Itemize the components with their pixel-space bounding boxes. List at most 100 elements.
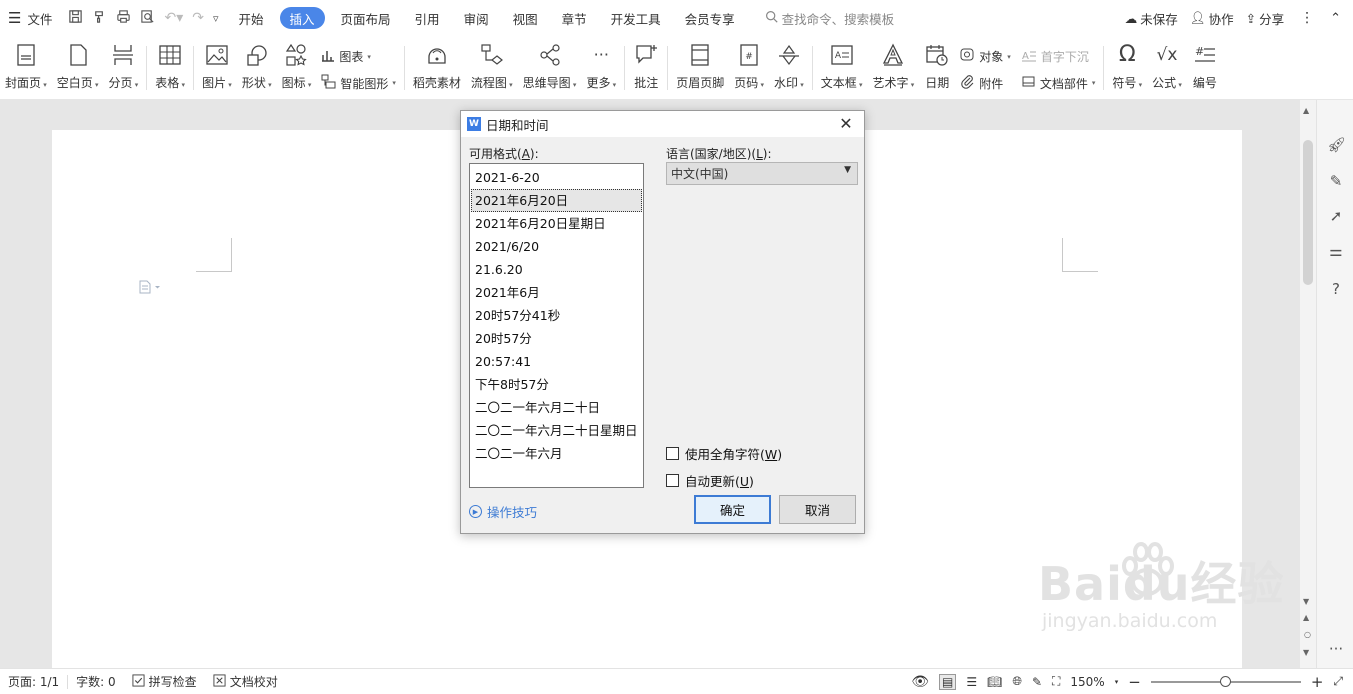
spell-check-button[interactable]: 拼写检查 — [124, 673, 205, 690]
format-option-selected[interactable]: 2021年6月20日 — [471, 189, 642, 212]
web-view-icon[interactable]: 🌐︎ — [1012, 674, 1022, 689]
tab-review[interactable]: 审阅 — [452, 9, 501, 28]
help-icon[interactable]: ? — [1327, 280, 1345, 298]
scroll-up-icon[interactable]: ▲ — [1303, 106, 1309, 115]
fullscreen-icon[interactable]: ⤢ — [1333, 674, 1343, 689]
smart-art-button[interactable]: 智能图形 ▾ — [321, 74, 396, 93]
page-break-button[interactable]: 分页 — [104, 36, 144, 98]
share-button[interactable]: ⇪ 分享 — [1242, 0, 1289, 36]
format-option[interactable]: 20时57分41秒 — [471, 304, 642, 327]
wordart-button[interactable]: 艺术字 — [868, 36, 920, 98]
print-preview-icon[interactable] — [140, 9, 155, 28]
comment-button[interactable]: 批注 — [628, 36, 664, 98]
zoom-slider-knob[interactable] — [1219, 675, 1231, 687]
format-option[interactable]: 二〇二一年六月 — [471, 442, 642, 465]
unsaved-button[interactable]: ☁ 未保存 — [1121, 0, 1182, 36]
tab-section[interactable]: 章节 — [550, 9, 599, 28]
reading-view-icon[interactable]: 📖︎ — [987, 675, 1002, 689]
page-view-icon[interactable]: ▤ — [938, 673, 957, 690]
icon-library-button[interactable]: 图标 — [277, 36, 317, 98]
tab-developer[interactable]: 开发工具 — [599, 9, 673, 28]
tab-insert[interactable]: 插入 — [279, 7, 325, 29]
daoke-material-button[interactable]: 稻壳素材 — [408, 36, 466, 98]
chart-button[interactable]: 图表 ▾ — [321, 48, 396, 66]
picture-button[interactable]: 图片 — [197, 36, 237, 98]
zoom-level[interactable]: 150% — [1070, 675, 1104, 689]
checkbox-box[interactable] — [666, 447, 679, 460]
zoom-out-icon[interactable]: − — [1128, 673, 1141, 691]
tips-link[interactable]: ▶ 操作技巧 — [469, 502, 537, 521]
collapse-ribbon-icon[interactable]: ⌃ — [1326, 0, 1345, 36]
blank-page-button[interactable]: 空白页 — [52, 36, 104, 98]
scrollbar-thumb[interactable] — [1303, 140, 1313, 285]
shape-button[interactable]: 形状 — [237, 36, 277, 98]
command-search[interactable]: 查找命令、搜索模板 — [747, 9, 894, 28]
table-button[interactable]: 表格 — [150, 36, 190, 98]
prev-page-icon[interactable]: ▲ — [1303, 613, 1309, 622]
customize-qa-icon[interactable]: ▿ — [213, 12, 219, 25]
attachment-button[interactable]: 附件 — [960, 74, 1011, 93]
formula-button[interactable]: √x 公式 — [1147, 36, 1187, 98]
format-option[interactable]: 二〇二一年六月二十日 — [471, 396, 642, 419]
tab-member[interactable]: 会员专享 — [673, 9, 747, 28]
redo-icon[interactable]: ↷ — [192, 10, 204, 26]
rocket-icon[interactable]: 🚀︎ — [1327, 136, 1346, 154]
page-number-button[interactable]: # 页码 — [729, 36, 769, 98]
tab-home[interactable]: 开始 — [227, 9, 276, 28]
print-icon[interactable] — [116, 9, 131, 28]
checkbox-box[interactable] — [666, 474, 679, 487]
autoupdate-checkbox[interactable]: 自动更新(U) — [666, 471, 754, 490]
close-icon[interactable]: ✕ — [836, 114, 856, 134]
fit-page-icon[interactable]: ⛶ — [1052, 674, 1060, 689]
settings-sliders-icon[interactable]: ⚌ — [1327, 242, 1345, 260]
pen-view-icon[interactable]: ✎ — [1032, 675, 1042, 689]
browse-object-icon[interactable]: ○ — [1304, 630, 1311, 639]
pen-icon[interactable]: ✎ — [1327, 172, 1345, 190]
formats-listbox[interactable]: 2021-6-20 2021年6月20日 2021年6月20日星期日 2021/… — [469, 163, 644, 488]
tab-references[interactable]: 引用 — [403, 9, 452, 28]
drop-cap-button[interactable]: A 首字下沉 — [1021, 48, 1096, 66]
format-option[interactable]: 2021年6月20日星期日 — [471, 212, 642, 235]
fullwidth-checkbox[interactable]: 使用全角字符(W) — [666, 444, 782, 463]
outline-view-icon[interactable]: ☰ — [966, 675, 977, 689]
more-options-icon[interactable]: ··· — [1327, 640, 1345, 658]
format-option[interactable]: 2021-6-20 — [471, 166, 642, 189]
scroll-down-icon[interactable]: ▼ — [1303, 597, 1309, 606]
doc-proof-button[interactable]: 文档校对 — [205, 673, 286, 690]
save-icon[interactable] — [68, 9, 83, 28]
cursor-icon[interactable]: ➚ — [1327, 207, 1345, 225]
undo-icon[interactable]: ↶▾ — [164, 10, 183, 26]
word-count[interactable]: 字数: 0 — [68, 673, 124, 690]
next-page-icon[interactable]: ▼ — [1303, 648, 1309, 657]
symbol-button[interactable]: Ω 符号 — [1107, 36, 1147, 98]
numbering-button[interactable]: # 编号 — [1187, 36, 1223, 98]
format-option[interactable]: 20时57分 — [471, 327, 642, 350]
eye-icon[interactable]: 👁︎ — [911, 674, 929, 690]
zoom-dropdown-icon[interactable]: ▾ — [1115, 678, 1119, 686]
format-option[interactable]: 2021年6月 — [471, 281, 642, 304]
page-count[interactable]: 页面: 1/1 — [0, 673, 67, 690]
dialog-titlebar[interactable]: W 日期和时间 ✕ — [461, 111, 864, 137]
watermark-button[interactable]: 水印 — [769, 36, 809, 98]
zoom-in-icon[interactable]: + — [1311, 673, 1324, 691]
cancel-button[interactable]: 取消 — [779, 495, 856, 524]
zoom-slider[interactable] — [1150, 675, 1301, 687]
collaborate-button[interactable]: 👤︎ 协作 — [1186, 0, 1238, 36]
format-option[interactable]: 20:57:41 — [471, 350, 642, 373]
textbox-button[interactable]: A 文本框 — [816, 36, 868, 98]
object-button[interactable]: 对象 ▾ — [960, 47, 1011, 66]
header-footer-button[interactable]: 页眉页脚 — [671, 36, 729, 98]
date-button[interactable]: 日期 — [919, 36, 955, 98]
paragraph-options-icon[interactable] — [138, 280, 162, 297]
doc-parts-button[interactable]: 文档部件 ▾ — [1021, 74, 1095, 93]
format-option[interactable]: 21.6.20 — [471, 258, 642, 281]
format-painter-icon[interactable] — [92, 9, 107, 28]
file-menu[interactable]: ☰ 文件 — [0, 0, 60, 36]
more-button[interactable]: ··· 更多 — [581, 36, 621, 98]
language-select[interactable]: 中文(中国) ▼ — [666, 162, 858, 185]
tab-view[interactable]: 视图 — [501, 9, 550, 28]
vertical-scrollbar[interactable]: ▲ ▼ ▲ ○ ▼ — [1300, 100, 1316, 668]
format-option[interactable]: 2021/6/20 — [471, 235, 642, 258]
format-option[interactable]: 下午8时57分 — [471, 373, 642, 396]
mindmap-button[interactable]: 思维导图 — [518, 36, 582, 98]
